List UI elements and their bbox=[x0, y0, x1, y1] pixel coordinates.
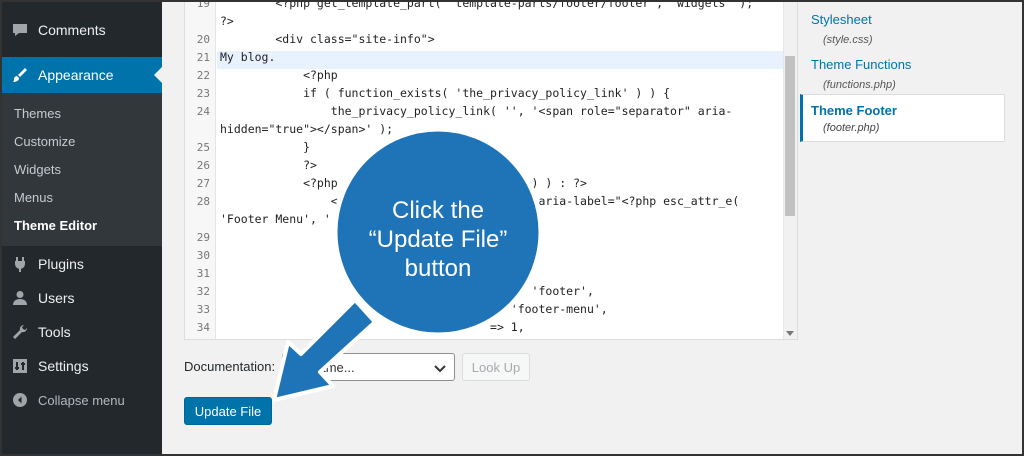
sidebar-item-comments[interactable]: Comments bbox=[0, 13, 162, 47]
collapse-arrow-icon bbox=[11, 391, 29, 409]
sidebar-item-appearance[interactable]: Appearance bbox=[0, 57, 162, 93]
look-up-button[interactable]: Look Up bbox=[462, 353, 530, 381]
code-line: <?php bbox=[220, 68, 338, 82]
code-line: hidden="true"></span>' ); bbox=[220, 122, 394, 136]
scroll-down-arrow-icon[interactable] bbox=[786, 331, 794, 336]
line-number: 27 bbox=[196, 177, 210, 190]
line-number: 28 bbox=[196, 195, 210, 208]
line-number-gutter: 19 20 21 22 23 24 25 26 27 28 29 30 31 32 33 34 bbox=[185, 0, 216, 339]
line-number: 25 bbox=[196, 141, 210, 154]
sidebar-item-label: Tools bbox=[38, 324, 71, 340]
code-line: => 'footer-menu', bbox=[220, 302, 608, 316]
line-number: 22 bbox=[196, 69, 210, 82]
code-line: if ( function_exists( 'the_privacy_polic… bbox=[220, 86, 671, 100]
code-line: <?php ' ) ) : ?> bbox=[220, 176, 587, 190]
update-file-button[interactable]: Update File bbox=[184, 397, 272, 425]
submenu-item-customize[interactable]: Customize bbox=[14, 134, 75, 149]
submenu-item-menus[interactable]: Menus bbox=[14, 190, 53, 205]
line-number: 29 bbox=[196, 231, 210, 244]
line-number: 19 bbox=[196, 0, 210, 10]
line-number: 33 bbox=[196, 303, 210, 316]
line-number: 21 bbox=[196, 51, 210, 64]
sidebar-item-tools[interactable]: Tools bbox=[0, 315, 162, 349]
sidebar-item-label: Comments bbox=[38, 22, 106, 38]
line-number: 31 bbox=[196, 267, 210, 280]
submenu-item-themes[interactable]: Themes bbox=[14, 106, 61, 121]
file-path: (functions.php) bbox=[823, 79, 896, 91]
code-line: < n" aria-label="<?php esc_attr_e( bbox=[220, 194, 740, 208]
plug-icon bbox=[11, 255, 29, 273]
scrollbar-thumb[interactable] bbox=[785, 56, 795, 216]
code-line: ?> bbox=[220, 158, 317, 172]
function-name-select[interactable]: on Name... bbox=[282, 353, 455, 381]
admin-sidebar: Comments Appearance Themes Customize Wid… bbox=[0, 0, 162, 456]
code-line: My blog. bbox=[220, 50, 276, 64]
sidebar-item-plugins[interactable]: Plugins bbox=[0, 247, 162, 281]
submenu-item-theme-editor[interactable]: Theme Editor bbox=[14, 218, 97, 233]
sidebar-item-label: Appearance bbox=[38, 67, 114, 83]
sidebar-item-label: Plugins bbox=[38, 256, 84, 272]
paintbrush-icon bbox=[11, 66, 29, 84]
file-name: Stylesheet bbox=[811, 12, 872, 27]
settings-sliders-icon bbox=[11, 357, 29, 375]
code-line: ?> bbox=[220, 14, 234, 28]
line-number: 20 bbox=[196, 33, 210, 46]
code-line: n' => 'footer', bbox=[220, 284, 594, 298]
file-path: (style.css) bbox=[823, 34, 873, 46]
active-line-highlight bbox=[217, 51, 783, 69]
editor-scrollbar[interactable] bbox=[783, 0, 797, 339]
select-value: on Name... bbox=[291, 359, 355, 375]
line-number: 30 bbox=[196, 249, 210, 262]
wrench-icon bbox=[11, 323, 29, 341]
file-name: Theme Footer bbox=[811, 103, 897, 118]
file-name: Theme Functions bbox=[811, 57, 912, 72]
user-icon bbox=[11, 289, 29, 307]
line-number: 32 bbox=[196, 285, 210, 298]
line-number: 34 bbox=[196, 321, 210, 334]
file-item-theme-footer[interactable]: Theme Footer (footer.php) bbox=[800, 94, 1005, 142]
code-line: <div class="site-info"> bbox=[220, 32, 435, 46]
line-number: 23 bbox=[196, 87, 210, 100]
submenu-item-widgets[interactable]: Widgets bbox=[14, 162, 61, 177]
code-line: the_privacy_policy_link( '', '<span role… bbox=[220, 104, 733, 118]
sidebar-item-label: Collapse menu bbox=[38, 392, 125, 408]
code-line: => 1, bbox=[220, 320, 525, 334]
code-line: <?php get_template_part( 'template-parts… bbox=[220, 0, 754, 10]
line-number: 26 bbox=[196, 159, 210, 172]
file-path: (footer.php) bbox=[823, 122, 880, 134]
documentation-label: Documentation: bbox=[184, 359, 276, 374]
line-number: 24 bbox=[196, 105, 210, 118]
code-line: 'Footer Menu', ' bbox=[220, 212, 331, 226]
sidebar-item-settings[interactable]: Settings bbox=[0, 349, 162, 383]
chevron-down-icon bbox=[434, 362, 446, 377]
sidebar-item-label: Users bbox=[38, 290, 75, 306]
sidebar-item-users[interactable]: Users bbox=[0, 281, 162, 315]
file-item-stylesheet[interactable]: Stylesheet (style.css) bbox=[800, 2, 1005, 48]
code-editor[interactable]: 19 20 21 22 23 24 25 26 27 28 29 30 31 32 33 34 <?php g… bbox=[184, 0, 798, 340]
comments-icon bbox=[11, 21, 29, 39]
file-item-theme-functions[interactable]: Theme Functions (functions.php) bbox=[800, 47, 1005, 93]
appearance-submenu: Themes Customize Widgets Menus Theme Edi… bbox=[0, 93, 162, 246]
code-line: } bbox=[220, 140, 311, 154]
collapse-menu-button[interactable]: Collapse menu bbox=[0, 383, 162, 417]
sidebar-item-label: Settings bbox=[38, 358, 89, 374]
